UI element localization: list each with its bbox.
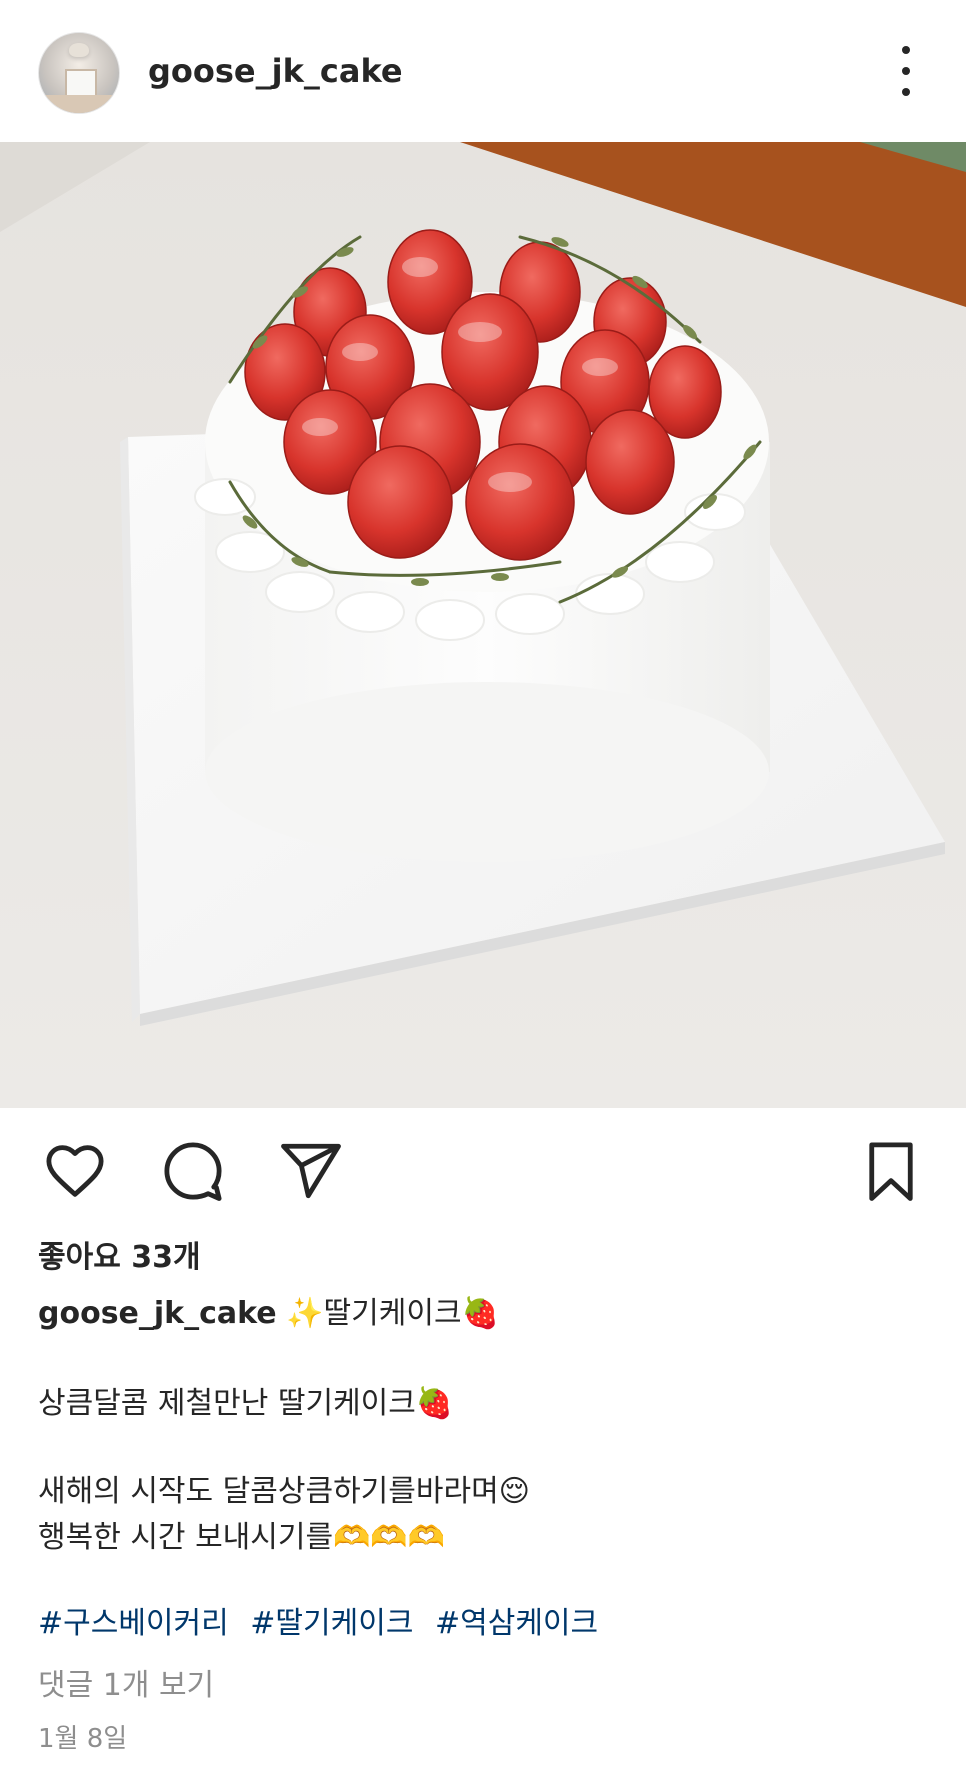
more-vertical-icon[interactable] — [896, 46, 916, 96]
post-date: 1월 8일 — [38, 1724, 128, 1754]
heart-icon[interactable] — [42, 1138, 108, 1204]
username[interactable]: goose_jk_cake — [148, 52, 403, 90]
likes-count[interactable]: 좋아요 33개 — [38, 1232, 201, 1276]
avatar[interactable] — [38, 32, 120, 114]
action-bar — [0, 1108, 966, 1232]
view-comments-link[interactable]: 댓글 1개 보기 — [38, 1660, 214, 1704]
caption-header: goose_jk_cake ✨딸기케이크🍓 — [38, 1288, 499, 1332]
caption-line-1: 상큼달콤 제철만난 딸기케이크🍓 — [38, 1386, 454, 1421]
caption-line-2: 새해의 시작도 달콤상큼하기를바라며😌 — [38, 1474, 530, 1509]
post-photo[interactable] — [0, 142, 966, 1108]
hashtag-link[interactable]: #역삼케이크 — [435, 1606, 598, 1641]
avatar-floor — [39, 95, 119, 113]
comment-bubble-icon[interactable] — [160, 1138, 226, 1204]
caption-title: ✨딸기케이크🍓 — [286, 1296, 499, 1331]
hashtag-link[interactable]: #구스베이커리 — [38, 1606, 229, 1641]
hashtags: #구스베이커리 #딸기케이크 #역삼케이크 — [38, 1598, 610, 1642]
paper-plane-icon[interactable] — [278, 1138, 344, 1204]
hashtag-link[interactable]: #딸기케이크 — [250, 1606, 413, 1641]
bookmark-icon[interactable] — [858, 1138, 924, 1204]
avatar-chandelier — [69, 43, 89, 57]
caption-line-3: 행복한 시간 보내시기를🫶🫶🫶 — [38, 1520, 446, 1555]
caption-username[interactable]: goose_jk_cake — [38, 1296, 277, 1331]
post-header: goose_jk_cake — [0, 0, 966, 142]
